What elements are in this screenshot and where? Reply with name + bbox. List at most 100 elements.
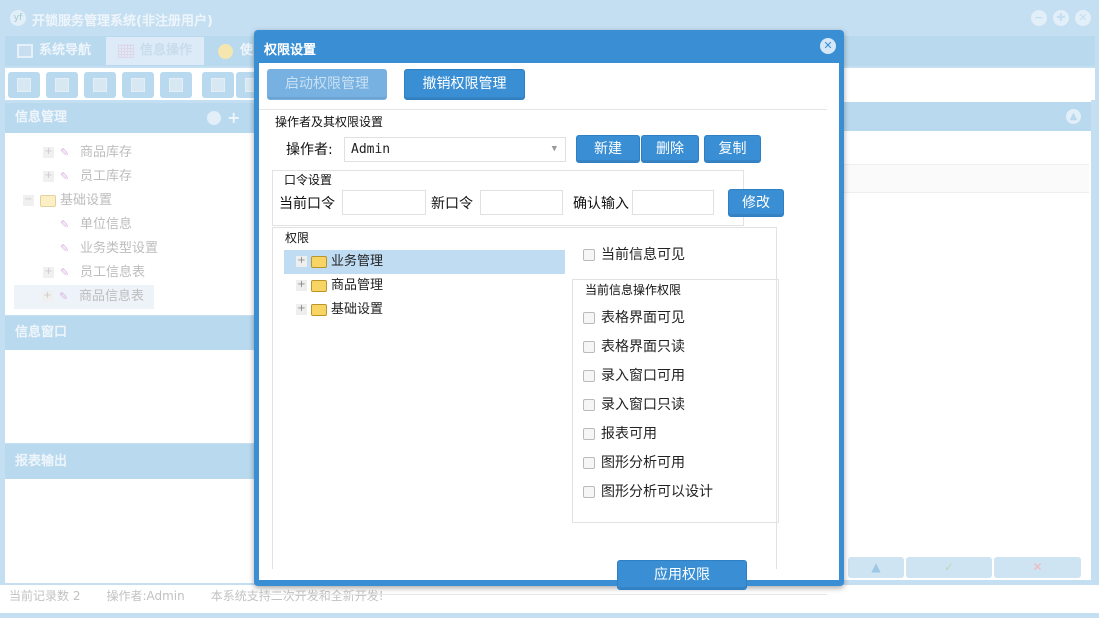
minimize-icon[interactable]: − bbox=[1031, 10, 1047, 26]
expand-icon[interactable]: + bbox=[42, 291, 53, 302]
checkbox[interactable] bbox=[583, 312, 595, 324]
list-tool-button[interactable] bbox=[46, 72, 78, 98]
confirm-password-input[interactable] bbox=[632, 190, 714, 215]
divider bbox=[259, 594, 827, 595]
tree-item[interactable]: + 基础设置 bbox=[284, 298, 565, 322]
folder-icon bbox=[311, 279, 327, 292]
window-tool-button[interactable] bbox=[160, 72, 192, 98]
collapse-left-icon[interactable] bbox=[207, 111, 221, 125]
revoke-permission-button[interactable]: 撤销权限管理 bbox=[404, 69, 525, 100]
expand-icon[interactable]: + bbox=[43, 171, 54, 182]
tree-item[interactable]: + 商品管理 bbox=[284, 274, 565, 298]
tree-item-selected[interactable]: + 业务管理 bbox=[284, 250, 565, 274]
confirm-button[interactable]: ✓ bbox=[906, 557, 992, 578]
wrench-icon: ✎ bbox=[59, 290, 69, 303]
tree-item[interactable]: ✎ 单位信息 bbox=[15, 213, 255, 237]
tree-item[interactable]: + ✎ 员工信息表 bbox=[15, 261, 255, 285]
operator-group-title: 操作者及其权限设置 bbox=[275, 115, 384, 129]
permission-group-title: 权限 bbox=[285, 231, 310, 245]
modify-password-button[interactable]: 修改 bbox=[728, 189, 784, 217]
tree-item[interactable]: + ✎ 员工库存 bbox=[15, 165, 255, 189]
ops-checkbox-3[interactable]: 录入窗口只读 bbox=[583, 391, 713, 420]
wrench-icon: ✎ bbox=[60, 170, 70, 183]
ops-checkbox-6[interactable]: 图形分析可以设计 bbox=[583, 478, 713, 507]
app-title: 开锁服务管理系统(非注册用户) bbox=[32, 14, 213, 29]
ops-checkbox-0[interactable]: 表格界面可见 bbox=[583, 304, 713, 333]
copy-operator-button[interactable]: 复制 bbox=[704, 135, 761, 163]
window-icon bbox=[169, 78, 183, 92]
status-operator: 操作者:Admin bbox=[106, 589, 185, 603]
checkbox[interactable] bbox=[583, 341, 595, 353]
expand-icon[interactable]: + bbox=[43, 147, 54, 158]
edit-tool-button[interactable] bbox=[202, 72, 234, 98]
restore-icon[interactable]: ✚ bbox=[1053, 10, 1069, 26]
search-icon bbox=[17, 78, 31, 92]
new-password-input[interactable] bbox=[480, 190, 563, 215]
main-content-panel: ▲ bbox=[843, 100, 1091, 580]
document-tool-button[interactable] bbox=[84, 72, 116, 98]
edit-icon bbox=[211, 78, 225, 92]
operator-select[interactable]: Admin ▼ bbox=[344, 137, 566, 162]
current-password-label: 当前口令 bbox=[279, 196, 335, 212]
checkbox[interactable] bbox=[583, 249, 595, 261]
add-icon[interactable]: + bbox=[227, 103, 240, 133]
checkbox[interactable] bbox=[583, 428, 595, 440]
section-report-output[interactable]: 报表输出 bbox=[5, 444, 260, 479]
divider bbox=[259, 109, 827, 110]
enable-permission-button[interactable]: 启动权限管理 bbox=[267, 69, 387, 100]
current-info-visible-checkbox[interactable]: 当前信息可见 bbox=[583, 241, 685, 270]
app-logo-icon: yf bbox=[10, 10, 26, 26]
chevron-down-icon: ▼ bbox=[551, 144, 557, 154]
monitor-icon bbox=[17, 44, 33, 58]
cancel-button[interactable]: ✕ bbox=[994, 557, 1081, 578]
tree-item[interactable]: ✎ 业务类型设置 bbox=[15, 237, 255, 261]
section-info-management[interactable]: 信息管理 + bbox=[5, 103, 260, 133]
wrench-icon: ✎ bbox=[60, 218, 70, 231]
collapse-icon[interactable]: − bbox=[23, 195, 34, 206]
current-password-input[interactable] bbox=[342, 190, 426, 215]
up-button[interactable]: ▲ bbox=[848, 557, 904, 578]
search-tool-button[interactable] bbox=[8, 72, 40, 98]
apply-permission-button[interactable]: 应用权限 bbox=[617, 560, 747, 590]
expand-icon[interactable]: + bbox=[43, 267, 54, 278]
new-password-label: 新口令 bbox=[431, 196, 473, 212]
list-icon bbox=[55, 78, 69, 92]
ops-checkbox-5[interactable]: 图形分析可用 bbox=[583, 449, 713, 478]
tab-info-ops[interactable]: 信息操作 bbox=[106, 37, 204, 65]
delete-operator-button[interactable]: 删除 bbox=[641, 135, 699, 163]
checkbox[interactable] bbox=[583, 370, 595, 382]
close-icon[interactable]: ✕ bbox=[820, 38, 836, 54]
checkbox[interactable] bbox=[583, 399, 595, 411]
checkbox[interactable] bbox=[583, 486, 595, 498]
ops-checkbox-1[interactable]: 表格界面只读 bbox=[583, 333, 713, 362]
table-row[interactable] bbox=[843, 164, 1089, 193]
new-operator-button[interactable]: 新建 bbox=[576, 135, 640, 163]
ops-group-title: 当前信息操作权限 bbox=[585, 283, 682, 297]
tab-help[interactable]: 使 bbox=[206, 37, 256, 65]
section-info-window[interactable]: 信息窗口 bbox=[5, 316, 260, 350]
help-icon bbox=[218, 44, 233, 59]
wrench-icon: ✎ bbox=[60, 242, 70, 255]
wrench-icon: ✎ bbox=[60, 266, 70, 279]
expand-icon[interactable]: + bbox=[296, 280, 307, 291]
expand-icon[interactable]: + bbox=[296, 256, 307, 267]
user-tool-button[interactable] bbox=[122, 72, 154, 98]
tab-system-nav[interactable]: 系统导航 bbox=[5, 37, 105, 65]
record-count: 当前记录数 2 bbox=[9, 589, 81, 603]
ops-checkbox-list: 表格界面可见 表格界面只读 录入窗口可用 录入窗口只读 报表可用 图形分析可用 … bbox=[583, 304, 713, 507]
tree-item-selected[interactable]: + ✎ 商品信息表 bbox=[14, 285, 154, 309]
tree-item[interactable]: + ✎ 商品库存 bbox=[15, 141, 255, 165]
dialog-title: 权限设置 bbox=[264, 43, 317, 58]
checkbox[interactable] bbox=[583, 457, 595, 469]
dialog-body: 启动权限管理 撤销权限管理 操作者及其权限设置 操作者: Admin ▼ 新建 删… bbox=[259, 63, 839, 595]
expand-icon[interactable]: + bbox=[296, 304, 307, 315]
collapse-up-icon[interactable]: ▲ bbox=[1066, 109, 1081, 124]
ops-checkbox-2[interactable]: 录入窗口可用 bbox=[583, 362, 713, 391]
ops-checkbox-4[interactable]: 报表可用 bbox=[583, 420, 713, 449]
folder-icon bbox=[311, 255, 327, 268]
permission-tree: + 业务管理 + 商品管理 + 基础设置 bbox=[284, 250, 565, 322]
password-group-title: 口令设置 bbox=[284, 173, 333, 187]
status-bar: 当前记录数 2 操作者:Admin 本系统支持二次开发和全新开发! bbox=[0, 585, 1099, 613]
close-icon[interactable]: ✕ bbox=[1075, 10, 1091, 26]
tree-item[interactable]: − 基础设置 bbox=[15, 189, 255, 213]
